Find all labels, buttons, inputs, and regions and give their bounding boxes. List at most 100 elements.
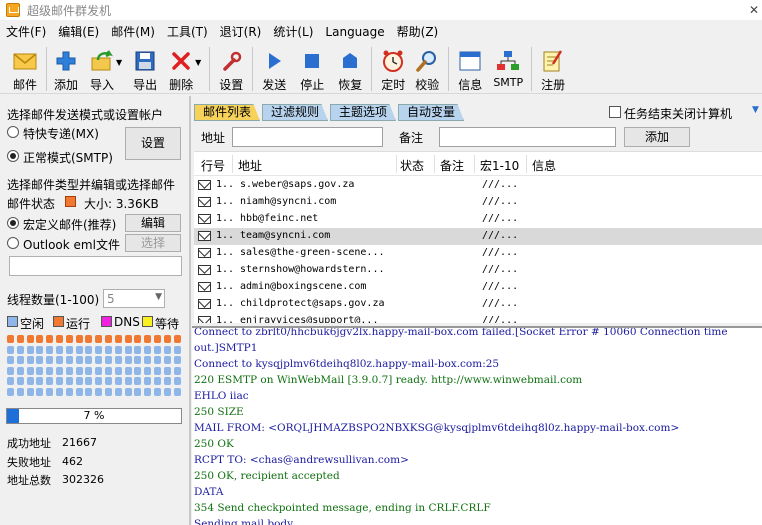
table-row[interactable]: 1.. s.weber@saps.gov.za ///... [194, 177, 762, 194]
row-address: sales@the-green-scene... [240, 247, 385, 258]
mode-fast-label: 特快专递(MX) [23, 127, 99, 141]
log-line: RCPT TO: <chas@andrewsullivan.com> [194, 454, 409, 466]
success-value: 21667 [62, 436, 97, 449]
address-input[interactable] [232, 127, 383, 147]
col-header-info[interactable]: 信息 [532, 157, 556, 174]
settings-wrench-icon [218, 48, 244, 74]
chevron-down-icon[interactable]: ▼ [155, 292, 162, 302]
table-row[interactable]: 1.. childprotect@saps.gov.za ///... [194, 296, 762, 313]
column-divider [434, 155, 435, 173]
thread-status-block [56, 345, 63, 354]
verify-button[interactable]: 校验 [414, 44, 440, 94]
legend-idle-label: 空闲 [20, 317, 45, 331]
thread-status-block [134, 377, 142, 385]
col-header-macro[interactable]: 宏1-10 [480, 157, 519, 174]
thread-status-block [105, 387, 112, 396]
menu-help[interactable]: 帮助(Z) [391, 22, 445, 42]
shutdown-checkbox[interactable] [609, 106, 621, 118]
timer-button[interactable]: 定时 [380, 44, 406, 94]
tab-filter-rules[interactable]: 过滤规则 [262, 104, 329, 121]
col-header-status[interactable]: 状态 [400, 157, 424, 174]
register-button[interactable]: 注册 [540, 44, 566, 94]
import-button[interactable]: 导入 [89, 44, 115, 94]
delete-x-icon [168, 48, 194, 74]
tab-subject-options[interactable]: 主题选项 [330, 104, 397, 121]
menu-tools[interactable]: 工具(T) [161, 22, 214, 42]
menu-language[interactable]: Language [319, 22, 390, 42]
table-row[interactable]: 1.. admin@boxingscene.com ///... [194, 279, 762, 296]
log-line: EHLO iiac [194, 390, 249, 402]
tab-mail-list[interactable]: 邮件列表 [194, 104, 261, 121]
network-icon [495, 48, 521, 74]
table-row[interactable]: 1.. sales@the-green-scene... ///... [194, 245, 762, 262]
thread-status-block [124, 377, 132, 385]
edit-mail-button[interactable]: 编辑 [125, 214, 181, 232]
menu-bar: 文件(F) 编辑(E) 邮件(M) 工具(T) 退订(R) 统计(L) Lang… [0, 22, 762, 42]
mode-fast-radio[interactable] [7, 126, 19, 138]
threads-spinner[interactable]: 5 ▼ [103, 289, 165, 308]
resume-button[interactable]: 恢复 [337, 44, 363, 94]
smtp-log[interactable]: Connect to zbrlt0/hhcbuk6jgv2lx.happy-ma… [192, 326, 762, 525]
row-number: 1.. [216, 196, 235, 207]
envelope-icon [198, 197, 211, 207]
type-heading: 选择邮件类型并编辑或选择邮件 [7, 178, 176, 192]
menu-mail[interactable]: 邮件(M) [105, 22, 161, 42]
thread-status-block [36, 335, 44, 343]
legend-running-label: 运行 [66, 317, 91, 331]
menu-edit[interactable]: 编辑(E) [52, 22, 105, 42]
thread-status-block [173, 366, 181, 375]
thread-status-block [56, 335, 63, 343]
row-number: 1.. [216, 230, 235, 241]
table-header: 行号 地址 状态 备注 宏1-10 信息 [194, 152, 762, 176]
mode-settings-button[interactable]: 设置 [125, 127, 181, 160]
thread-status-block [7, 366, 14, 375]
table-row[interactable]: 1.. enjrayvices@support@... ///... [194, 313, 762, 323]
macro-mail-radio[interactable] [7, 217, 19, 229]
chevron-down-icon[interactable]: ▼ [752, 105, 759, 115]
stop-button[interactable]: 停止 [299, 44, 325, 94]
info-button[interactable]: 信息 [457, 44, 483, 94]
note-input[interactable] [439, 127, 616, 147]
thread-status-block [134, 356, 142, 364]
delete-dropdown-arrow[interactable]: ▼ [195, 58, 201, 67]
mode-normal-radio[interactable] [7, 150, 19, 162]
thread-status-block [105, 366, 112, 375]
mail-list-table: 行号 地址 状态 备注 宏1-10 信息 1.. s.weber@saps.gov… [194, 151, 762, 323]
col-header-num[interactable]: 行号 [201, 157, 225, 174]
envelope-icon [198, 299, 211, 309]
import-dropdown-arrow[interactable]: ▼ [116, 58, 122, 67]
delete-button[interactable]: 删除 [168, 44, 194, 94]
thread-status-block [134, 345, 142, 354]
send-button[interactable]: 发送 [261, 44, 287, 94]
menu-stats[interactable]: 统计(L) [267, 22, 319, 42]
thread-status-block [75, 387, 83, 396]
table-row[interactable]: 1.. sternshow@howardstern... ///... [194, 262, 762, 279]
thread-status-block [173, 356, 181, 364]
close-icon[interactable]: ✕ [744, 0, 762, 20]
menu-file[interactable]: 文件(F) [0, 22, 52, 42]
mail-button[interactable]: 邮件 [12, 44, 38, 94]
log-line: 250 SIZE [194, 406, 244, 418]
table-row[interactable]: 1.. team@syncni.com ///... [194, 228, 762, 245]
add-address-button[interactable]: 添加 [624, 127, 690, 147]
thread-status-block [85, 345, 93, 354]
row-macro: ///... [482, 213, 519, 224]
outlook-eml-radio[interactable] [7, 237, 19, 249]
thread-status-block [173, 335, 181, 343]
smtp-button[interactable]: SMTP [493, 44, 523, 94]
envelope-icon [12, 48, 38, 74]
tab-auto-variables[interactable]: 自动变量 [398, 104, 465, 121]
col-header-address[interactable]: 地址 [238, 157, 262, 174]
settings-button[interactable]: 设置 [218, 44, 244, 94]
menu-unsubscribe[interactable]: 退订(R) [214, 22, 268, 42]
row-number: 1.. [216, 247, 235, 258]
table-row[interactable]: 1.. niamh@syncni.com ///... [194, 194, 762, 211]
select-eml-button[interactable]: 选择 [125, 234, 181, 252]
export-button[interactable]: 导出 [132, 44, 158, 94]
col-header-note[interactable]: 备注 [440, 157, 464, 174]
table-row[interactable]: 1.. hbb@feinc.net ///... [194, 211, 762, 228]
log-line: out.]SMTP1 [194, 342, 258, 354]
add-button[interactable]: 添加 [53, 44, 79, 94]
row-number: 1.. [216, 315, 235, 323]
eml-path-field[interactable] [9, 256, 182, 276]
